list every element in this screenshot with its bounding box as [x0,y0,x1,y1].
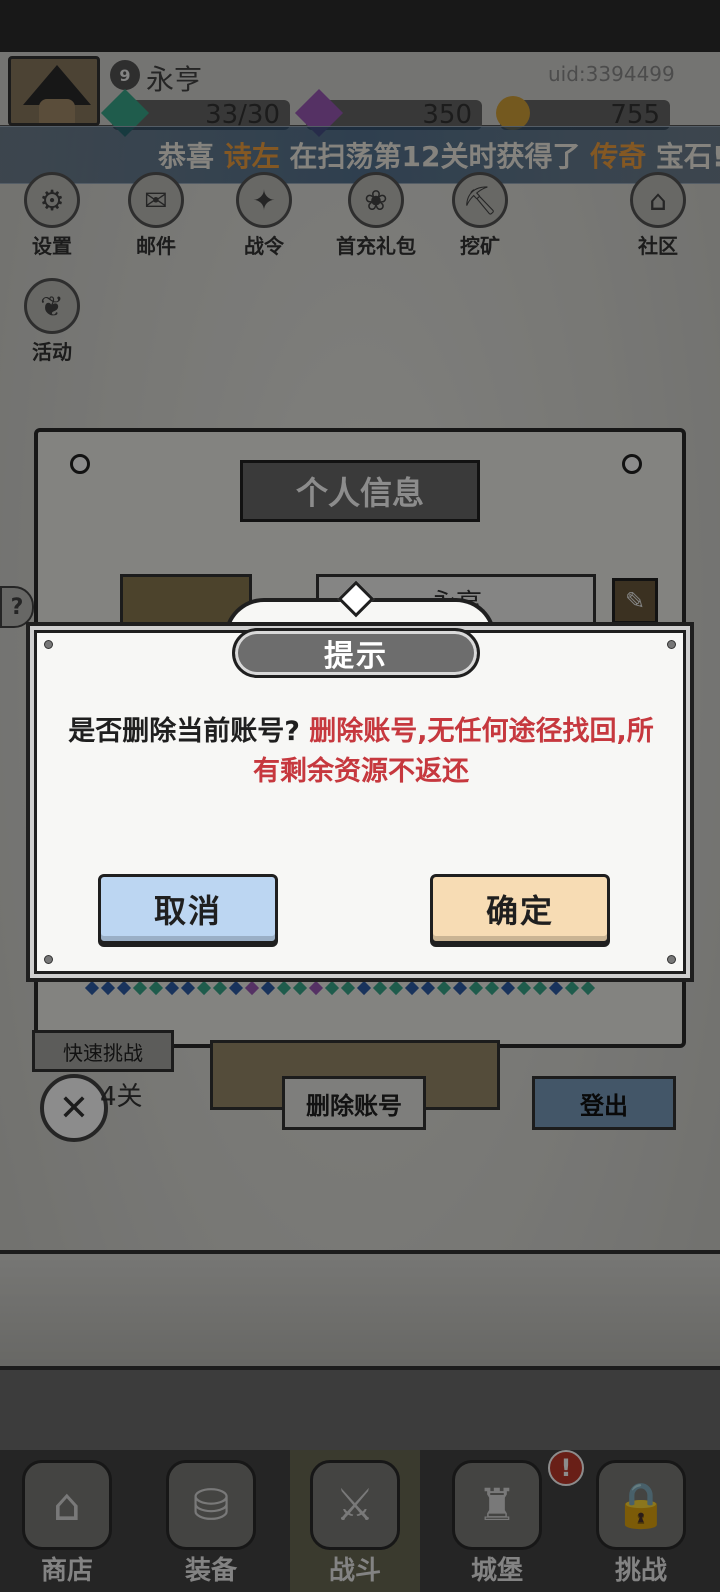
dialog-title: 提示 [232,628,480,678]
confirm-button[interactable]: 确定 [430,874,610,944]
rivet [667,640,676,649]
rivet [44,955,53,964]
dialog-warning: 删除账号,无任何途径找回,所有剩余资源不返还 [253,716,654,787]
cancel-button[interactable]: 取消 [98,874,278,944]
rivet [44,640,53,649]
dialog-message: 是否删除当前账号? 删除账号,无任何途径找回,所有剩余资源不返还 [66,712,656,792]
rivet [667,955,676,964]
dialog-question: 是否删除当前账号? [68,716,300,747]
